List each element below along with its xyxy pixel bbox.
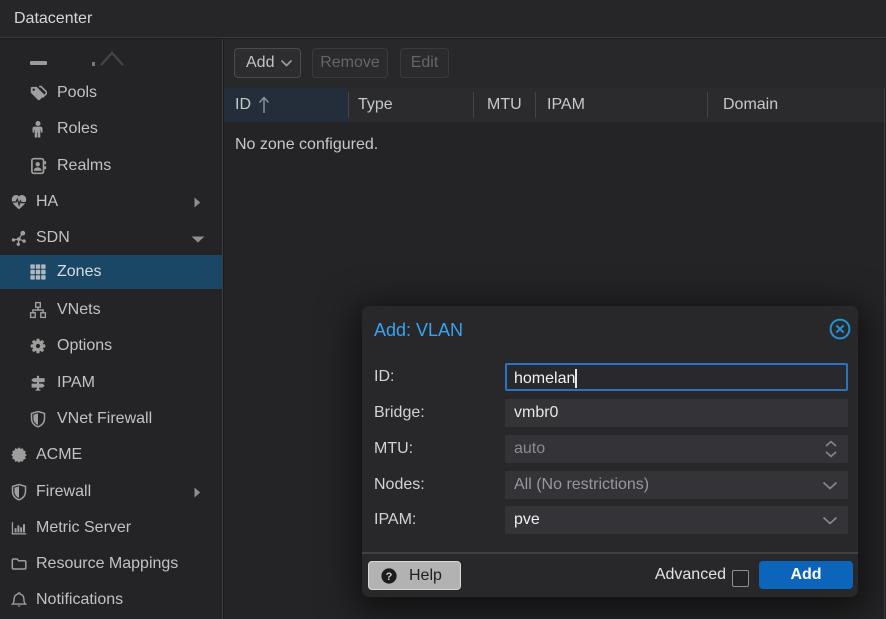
svg-text:?: ?: [386, 571, 393, 583]
